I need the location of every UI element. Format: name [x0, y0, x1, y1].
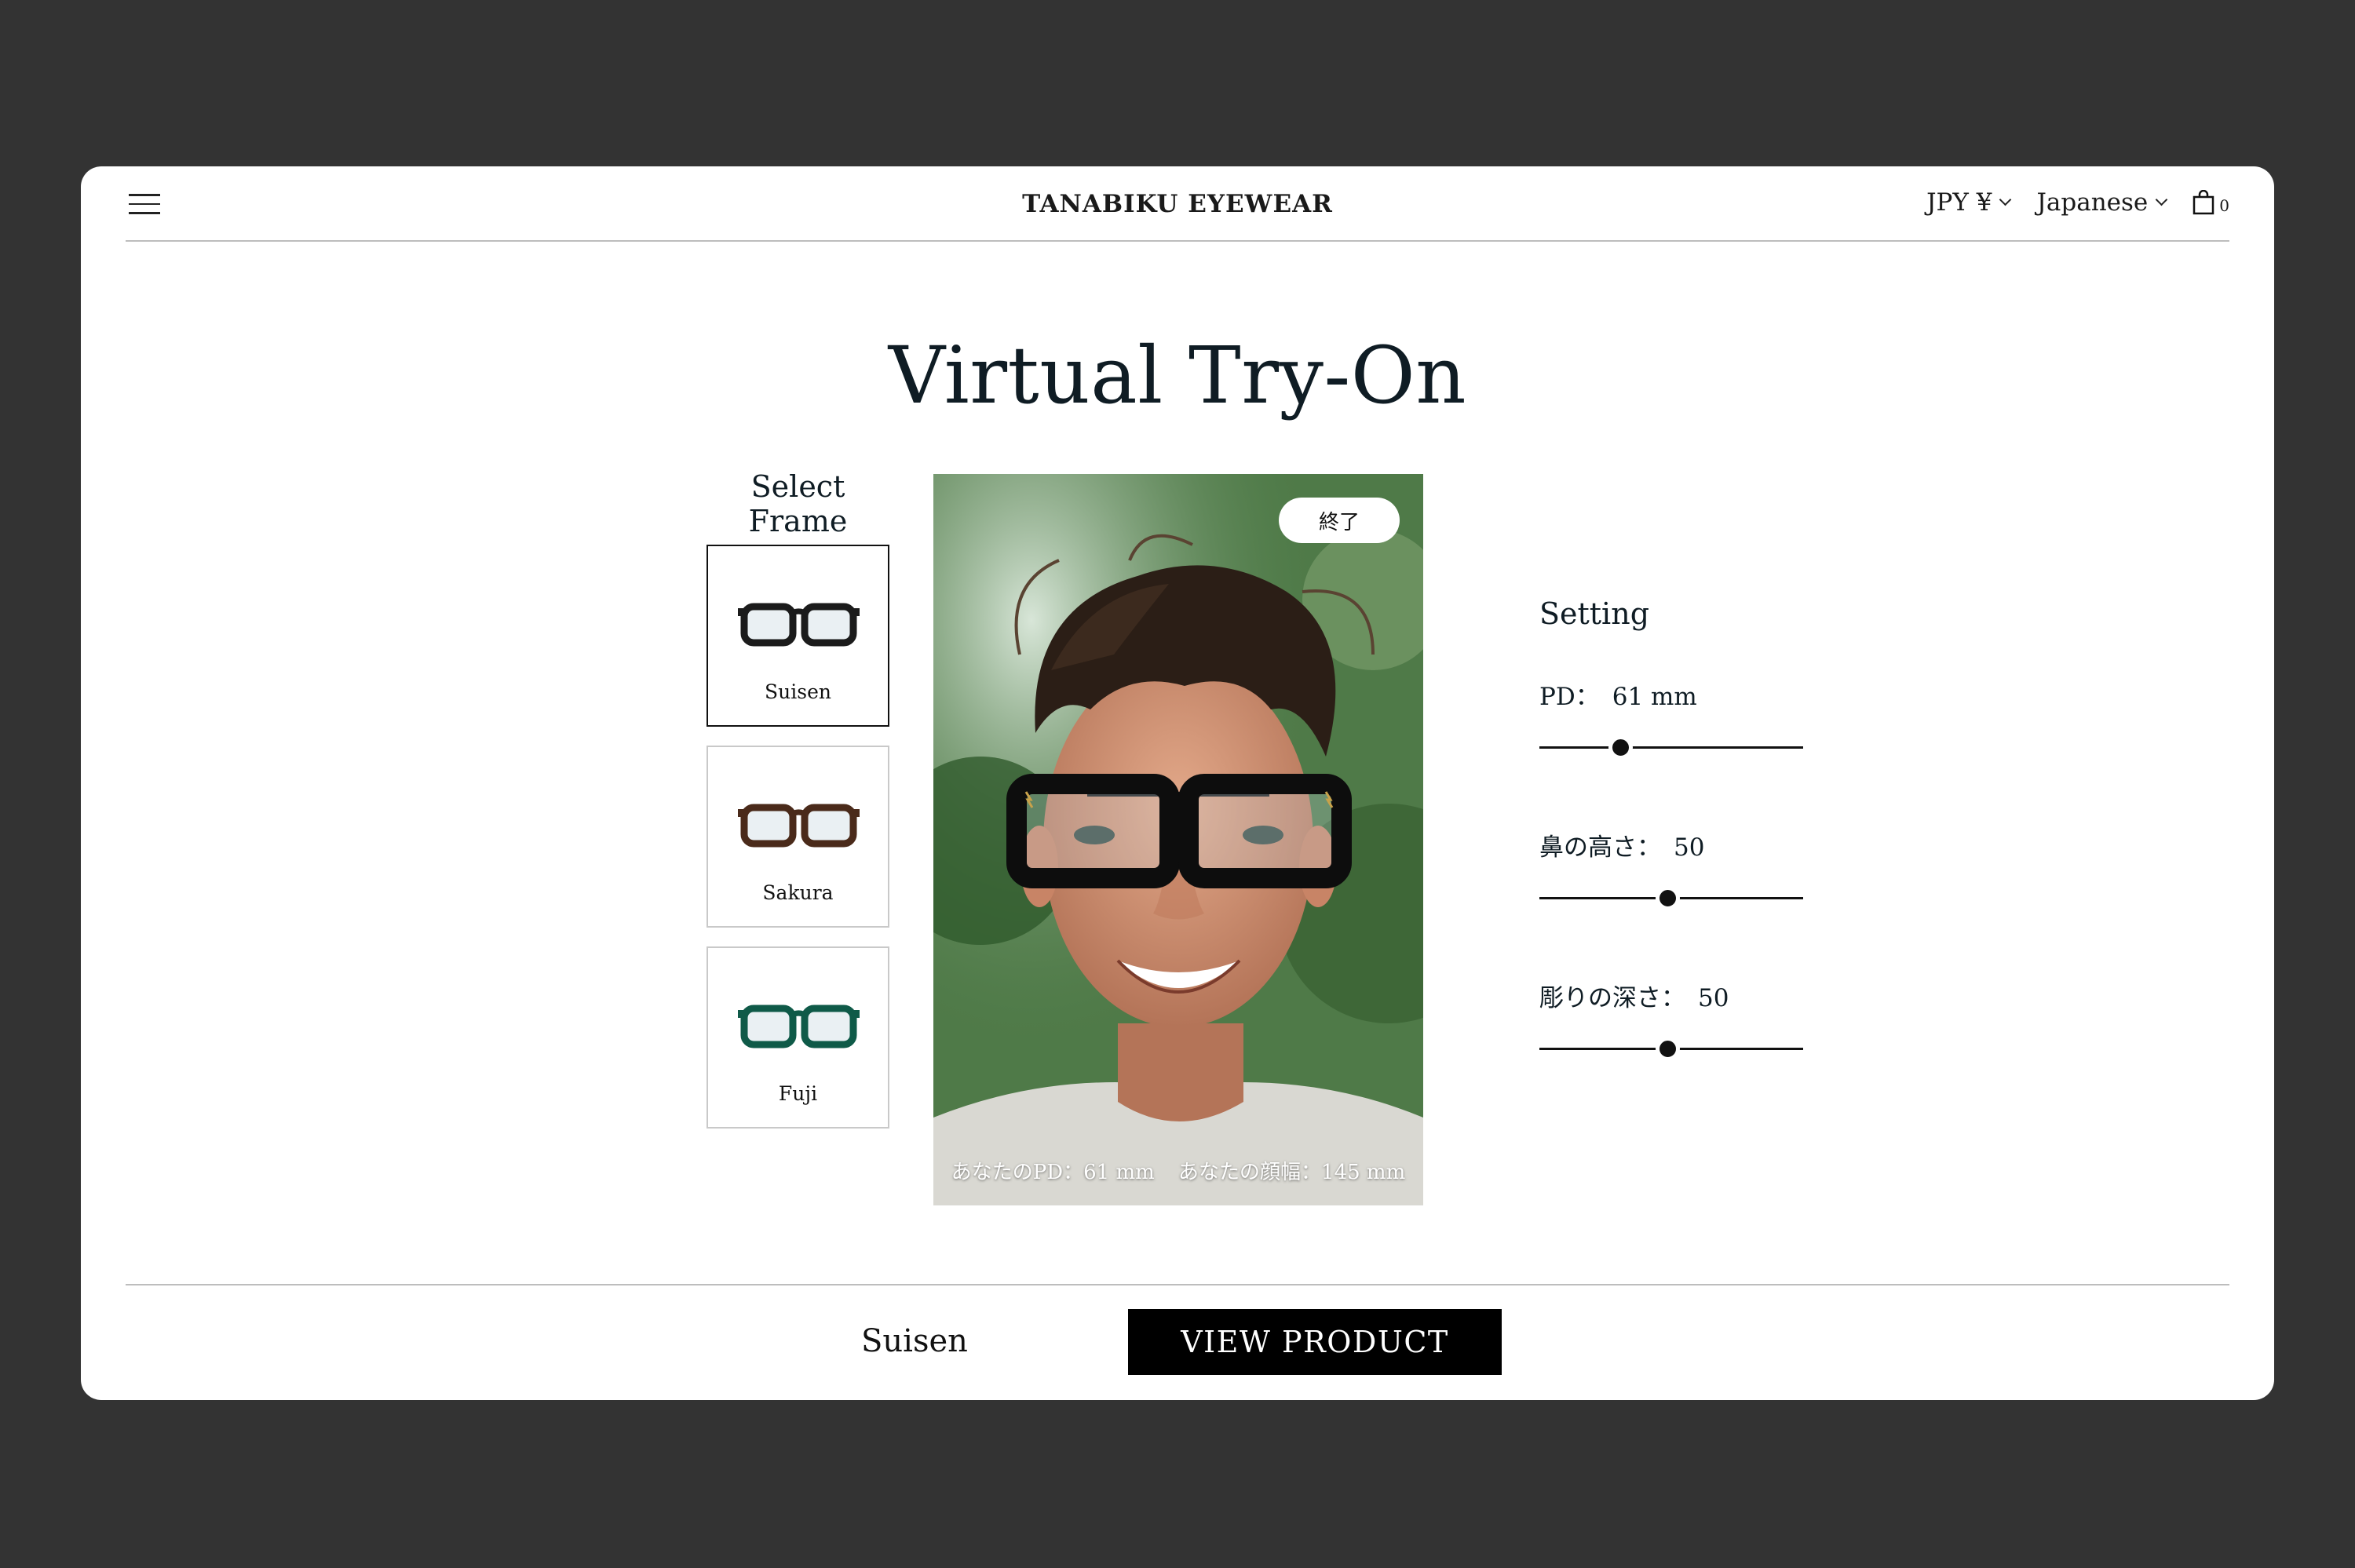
- setting-slider-group: PD： 61 mm: [1539, 681, 1803, 763]
- shopping-bag-icon: [2193, 189, 2214, 215]
- slider-track[interactable]: [1539, 731, 1803, 763]
- chevron-down-icon: [1999, 193, 2012, 206]
- slider-track[interactable]: [1539, 1033, 1803, 1064]
- setting-slider-group: 彫りの深さ： 50: [1539, 983, 1803, 1064]
- slider-label: 彫りの深さ： 50: [1539, 983, 1803, 1022]
- brand-logo[interactable]: TANABIKU EYEWEAR: [126, 190, 2229, 218]
- frame-name: Fuji: [778, 1082, 818, 1105]
- face-width-readout: あなたの顔幅：145 mm: [1178, 1161, 1406, 1184]
- currency-selector[interactable]: JPY ¥: [1926, 188, 2012, 217]
- slider-value: 50: [1674, 833, 1705, 862]
- site-header: TANABIKU EYEWEAR JPY ¥ Japanese 0: [126, 166, 2229, 242]
- eyeglasses-icon: [738, 804, 860, 848]
- slider-thumb[interactable]: [1608, 735, 1633, 760]
- language-selector[interactable]: Japanese: [2036, 188, 2168, 217]
- slider-label-text: PD：: [1539, 683, 1600, 711]
- slider-line: [1539, 746, 1803, 749]
- frame-card-suisen[interactable]: Suisen: [706, 545, 889, 727]
- eyeglasses-icon: [738, 1005, 860, 1048]
- pd-readout: あなたのPD：61 mm: [951, 1161, 1155, 1184]
- slider-thumb[interactable]: [1656, 1037, 1680, 1061]
- measurement-readout: あなたのPD：61 mm あなたの顔幅：145 mm: [933, 1156, 1423, 1185]
- chevron-down-icon: [2155, 193, 2168, 206]
- frame-name: Sakura: [762, 881, 834, 904]
- slider-label-text: 彫りの深さ：: [1539, 984, 1685, 1012]
- slider-label: 鼻の高さ： 50: [1539, 832, 1803, 871]
- view-product-button[interactable]: VIEW PRODUCT: [1128, 1309, 1502, 1375]
- settings-heading: Setting: [1539, 596, 1650, 631]
- setting-slider-group: 鼻の高さ： 50: [1539, 832, 1803, 913]
- frame-card-fuji[interactable]: Fuji: [706, 946, 889, 1129]
- language-label: Japanese: [2036, 188, 2149, 217]
- header-controls: JPY ¥ Japanese 0: [1926, 188, 2229, 217]
- cart-count: 0: [2219, 196, 2229, 215]
- frame-card-sakura[interactable]: Sakura: [706, 746, 889, 928]
- slider-thumb[interactable]: [1656, 886, 1680, 910]
- try-on-preview: 終了 あなたのPD：61 mm あなたの顔幅：145 mm: [933, 474, 1423, 1205]
- select-frame-heading: Select Frame: [748, 469, 848, 538]
- currency-label: JPY ¥: [1926, 188, 1992, 217]
- app-window: TANABIKU EYEWEAR JPY ¥ Japanese 0 Virtua…: [81, 166, 2274, 1400]
- end-tryon-button[interactable]: 終了: [1279, 498, 1400, 543]
- slider-value: 50: [1698, 984, 1729, 1012]
- eyeglasses-icon: [738, 603, 860, 647]
- slider-label: PD： 61 mm: [1539, 681, 1803, 720]
- product-footer: Suisen VIEW PRODUCT: [126, 1284, 2229, 1400]
- frame-name: Suisen: [765, 680, 831, 703]
- selected-frame-name: Suisen: [861, 1323, 968, 1359]
- slider-value: 61 mm: [1612, 683, 1697, 711]
- slider-track[interactable]: [1539, 882, 1803, 913]
- cart-button[interactable]: 0: [2193, 189, 2229, 215]
- slider-label-text: 鼻の高さ：: [1539, 833, 1661, 862]
- portrait-image: [933, 474, 1423, 1205]
- page-title: Virtual Try-On: [888, 330, 1467, 421]
